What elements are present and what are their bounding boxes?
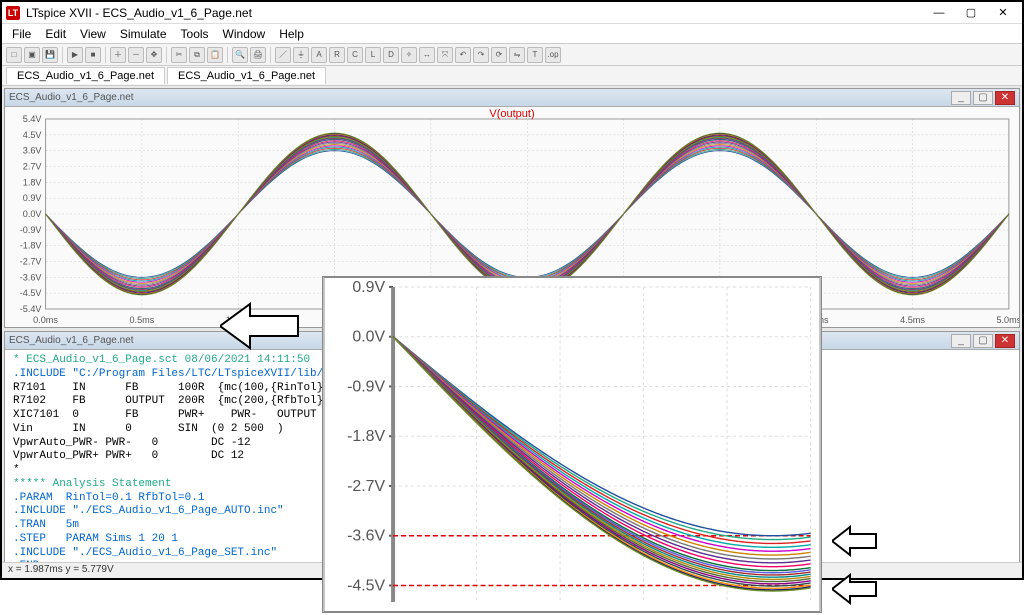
maximize-button[interactable]: ▢ bbox=[956, 4, 986, 22]
annotation-arrow-upper bbox=[832, 523, 878, 559]
svg-text:-5.4V: -5.4V bbox=[20, 304, 42, 314]
inset-zoom-panel: 0.9V0.0V-0.9V-1.8V-2.7V-3.6V-4.5V bbox=[322, 276, 822, 613]
toolbar: □ ▣ 💾 ▶ ■ ＋ － ✥ ✂ ⧉ 📋 🔍 🖨 ／ ⏚ A R C L D … bbox=[2, 44, 1022, 66]
inset-plot[interactable]: 0.9V0.0V-0.9V-1.8V-2.7V-3.6V-4.5V bbox=[323, 277, 821, 612]
svg-text:0.5ms: 0.5ms bbox=[129, 315, 154, 325]
tool-copy-icon[interactable]: ⧉ bbox=[189, 47, 205, 63]
tool-zoom-in-icon[interactable]: ＋ bbox=[110, 47, 126, 63]
tool-open-icon[interactable]: ▣ bbox=[24, 47, 40, 63]
window-titlebar: LT LTspice XVII - ECS_Audio_v1_6_Page.ne… bbox=[2, 2, 1022, 24]
svg-text:0.9V: 0.9V bbox=[352, 279, 385, 296]
tool-label-icon[interactable]: A bbox=[311, 47, 327, 63]
menu-window[interactable]: Window bbox=[217, 25, 272, 43]
svg-text:3.6V: 3.6V bbox=[23, 146, 42, 156]
svg-text:-0.9V: -0.9V bbox=[20, 225, 42, 235]
pane-close-button[interactable]: ✕ bbox=[995, 91, 1015, 105]
tool-move-icon[interactable]: ↔ bbox=[419, 47, 435, 63]
svg-text:0.0ms: 0.0ms bbox=[33, 315, 58, 325]
tool-save-icon[interactable]: 💾 bbox=[42, 47, 58, 63]
tool-gnd-icon[interactable]: ⏚ bbox=[293, 47, 309, 63]
annotation-arrow-lower bbox=[832, 571, 878, 607]
svg-text:5.4V: 5.4V bbox=[23, 114, 42, 124]
svg-text:-3.6V: -3.6V bbox=[347, 528, 385, 545]
plot-signal-label: V(output) bbox=[489, 108, 534, 120]
tool-diode-icon[interactable]: D bbox=[383, 47, 399, 63]
tool-comp-icon[interactable]: ✧ bbox=[401, 47, 417, 63]
svg-text:0.0V: 0.0V bbox=[23, 209, 42, 219]
tool-pan-icon[interactable]: ✥ bbox=[146, 47, 162, 63]
netlist-minimize-button[interactable]: _ bbox=[951, 334, 971, 348]
tool-drag-icon[interactable]: ⤧ bbox=[437, 47, 453, 63]
tool-spice-icon[interactable]: .op bbox=[545, 47, 561, 63]
svg-text:0.9V: 0.9V bbox=[23, 193, 42, 203]
netlist-maximize-button[interactable]: ▢ bbox=[973, 334, 993, 348]
svg-text:-3.6V: -3.6V bbox=[20, 272, 42, 282]
svg-text:-1.8V: -1.8V bbox=[347, 428, 385, 445]
document-tabs: ECS_Audio_v1_6_Page.net ECS_Audio_v1_6_P… bbox=[2, 66, 1022, 86]
menu-view[interactable]: View bbox=[74, 25, 112, 43]
tool-run-icon[interactable]: ▶ bbox=[67, 47, 83, 63]
menu-file[interactable]: File bbox=[6, 25, 37, 43]
tool-text-icon[interactable]: T bbox=[527, 47, 543, 63]
app-icon: LT bbox=[6, 6, 20, 20]
tool-stop-icon[interactable]: ■ bbox=[85, 47, 101, 63]
tool-rotate-icon[interactable]: ⟳ bbox=[491, 47, 507, 63]
tab-1[interactable]: ECS_Audio_v1_6_Page.net bbox=[167, 67, 326, 84]
tool-ind-icon[interactable]: L bbox=[365, 47, 381, 63]
svg-text:0.0V: 0.0V bbox=[352, 329, 385, 346]
tool-new-icon[interactable]: □ bbox=[6, 47, 22, 63]
svg-text:5.0ms: 5.0ms bbox=[996, 315, 1019, 325]
pane-minimize-button[interactable]: _ bbox=[951, 91, 971, 105]
menu-tools[interactable]: Tools bbox=[175, 25, 215, 43]
tool-mirror-icon[interactable]: ⇋ bbox=[509, 47, 525, 63]
menu-edit[interactable]: Edit bbox=[39, 25, 72, 43]
svg-text:2.7V: 2.7V bbox=[23, 162, 42, 172]
close-button[interactable]: ✕ bbox=[988, 4, 1018, 22]
tab-0[interactable]: ECS_Audio_v1_6_Page.net bbox=[6, 67, 165, 84]
svg-text:-4.5V: -4.5V bbox=[20, 288, 42, 298]
tool-zoom-out-icon[interactable]: － bbox=[128, 47, 144, 63]
svg-text:1.8V: 1.8V bbox=[23, 177, 42, 187]
workspace: ECS_Audio_v1_6_Page.net _ ▢ ✕ V(output) … bbox=[2, 86, 1022, 562]
tool-print-icon[interactable]: 🖨 bbox=[250, 47, 266, 63]
menu-simulate[interactable]: Simulate bbox=[114, 25, 173, 43]
pane-maximize-button[interactable]: ▢ bbox=[973, 91, 993, 105]
svg-text:-2.7V: -2.7V bbox=[20, 257, 42, 267]
window-title: LTspice XVII - ECS_Audio_v1_6_Page.net bbox=[26, 6, 924, 20]
netlist-close-button[interactable]: ✕ bbox=[995, 334, 1015, 348]
tool-cut-icon[interactable]: ✂ bbox=[171, 47, 187, 63]
status-coordinates: x = 1.987ms y = 5.779V bbox=[8, 564, 114, 575]
annotation-arrow-left bbox=[220, 296, 300, 356]
tool-paste-icon[interactable]: 📋 bbox=[207, 47, 223, 63]
tool-redo-icon[interactable]: ↷ bbox=[473, 47, 489, 63]
svg-text:-1.8V: -1.8V bbox=[20, 241, 42, 251]
menu-bar: File Edit View Simulate Tools Window Hel… bbox=[2, 24, 1022, 44]
svg-text:4.5V: 4.5V bbox=[23, 130, 42, 140]
svg-text:4.5ms: 4.5ms bbox=[900, 315, 925, 325]
tool-cap-icon[interactable]: C bbox=[347, 47, 363, 63]
plot-pane-title: ECS_Audio_v1_6_Page.net bbox=[9, 92, 134, 103]
plot-pane-header[interactable]: ECS_Audio_v1_6_Page.net _ ▢ ✕ bbox=[5, 89, 1019, 107]
tool-wire-icon[interactable]: ／ bbox=[275, 47, 291, 63]
tool-find-icon[interactable]: 🔍 bbox=[232, 47, 248, 63]
svg-text:-2.7V: -2.7V bbox=[347, 478, 385, 495]
netlist-pane-title: ECS_Audio_v1_6_Page.net bbox=[9, 335, 134, 346]
tool-undo-icon[interactable]: ↶ bbox=[455, 47, 471, 63]
minimize-button[interactable]: — bbox=[924, 4, 954, 22]
tool-res-icon[interactable]: R bbox=[329, 47, 345, 63]
svg-text:-0.9V: -0.9V bbox=[347, 378, 385, 395]
menu-help[interactable]: Help bbox=[273, 25, 310, 43]
